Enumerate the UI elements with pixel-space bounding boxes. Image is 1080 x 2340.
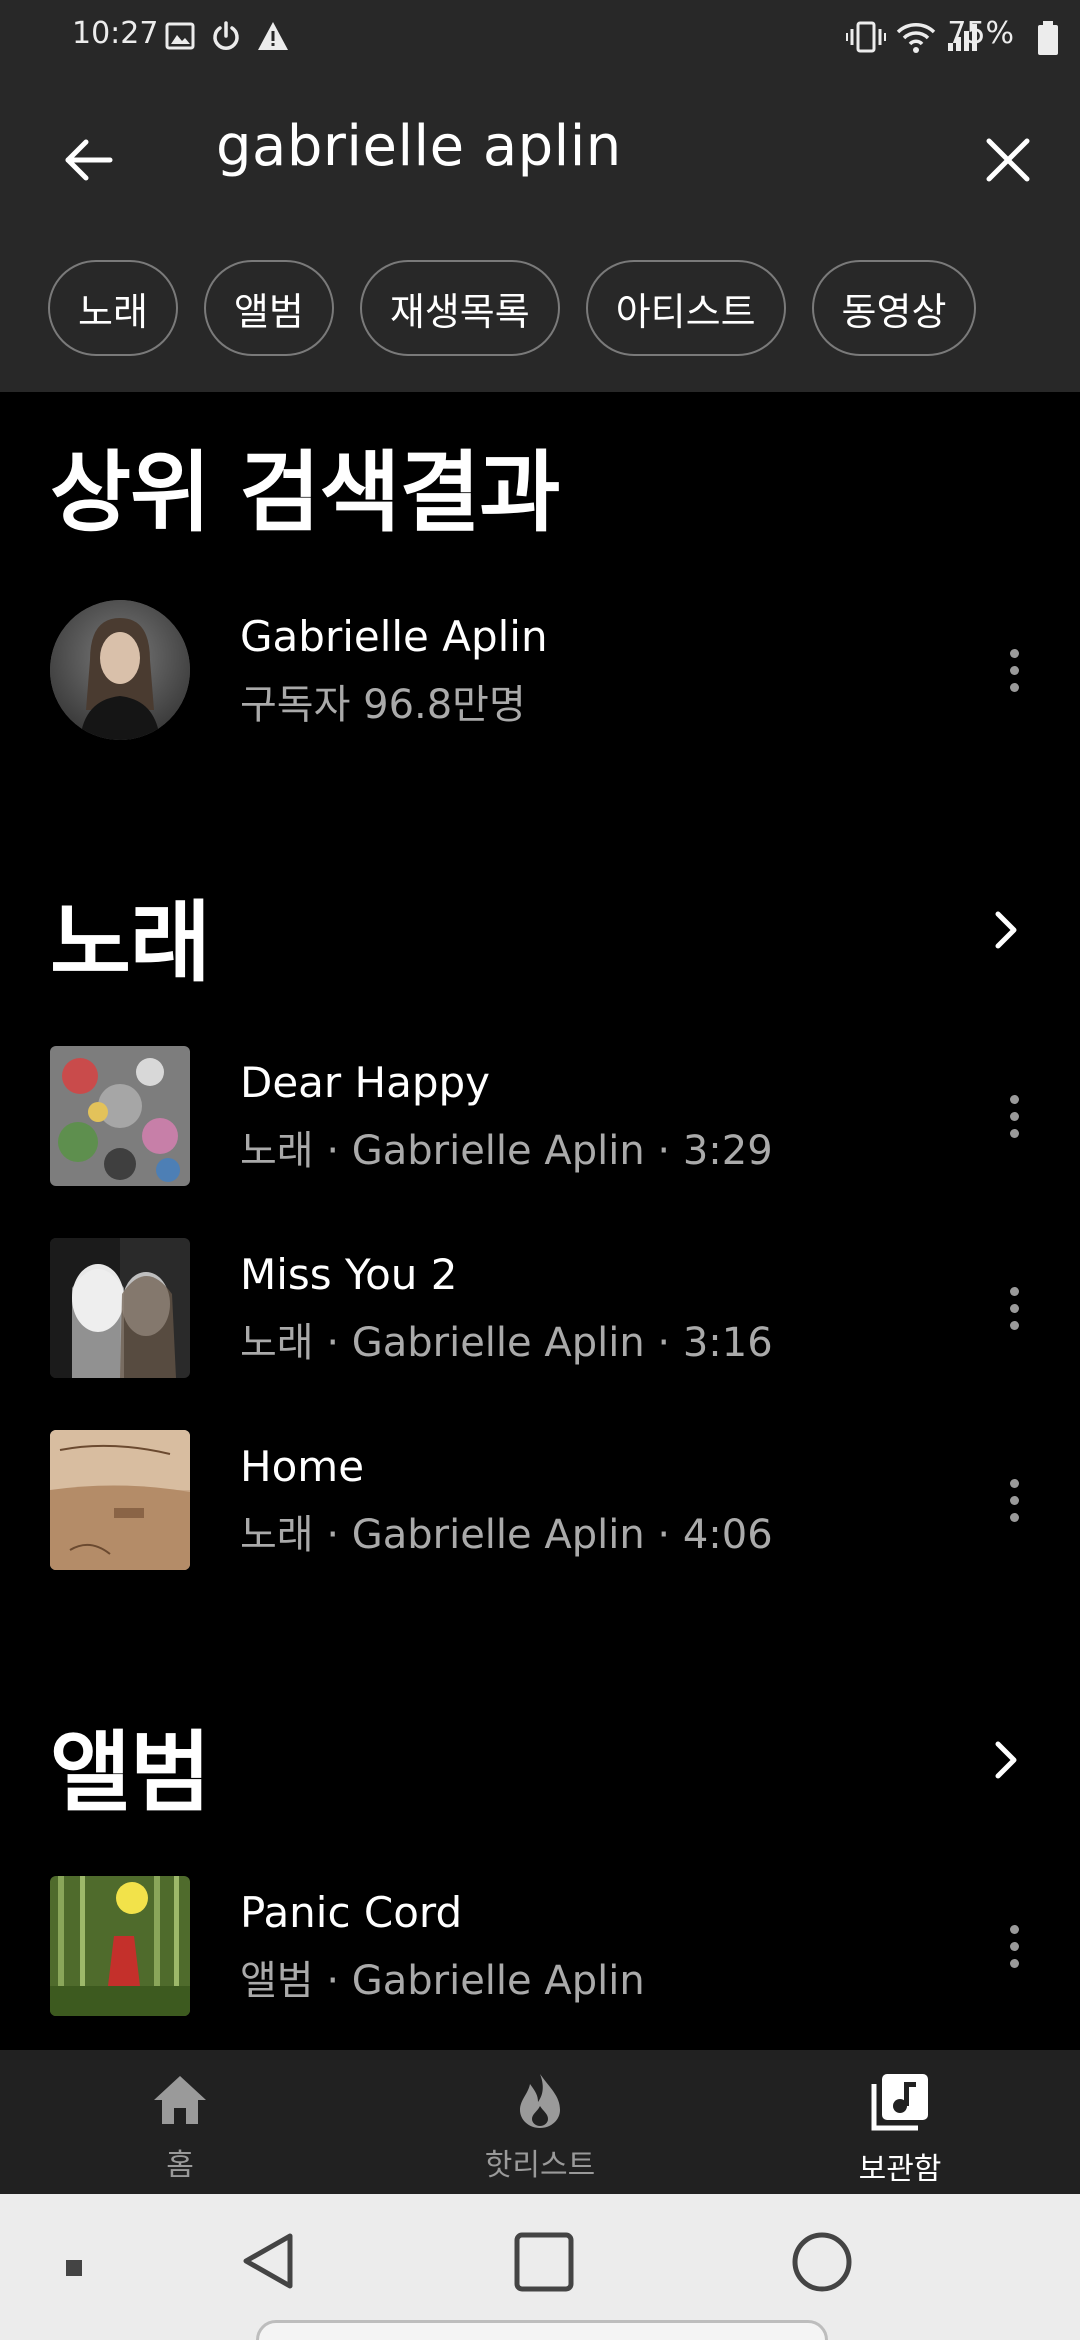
home-icon — [154, 2076, 206, 2124]
more-vert-icon — [1009, 1478, 1019, 1488]
warning-icon — [258, 22, 288, 50]
recent-apps-dot[interactable] — [64, 2258, 84, 2278]
album-art — [50, 1430, 190, 1570]
close-icon — [986, 138, 1030, 182]
search-results: 상위 검색결과 Gabrielle Aplin 구독자 96.8만명 노래 De… — [0, 392, 1080, 2050]
song-row[interactable]: Home 노래 · Gabrielle Aplin · 4:06 — [0, 1430, 1080, 1590]
more-options-button[interactable] — [984, 1076, 1044, 1156]
gallery-icon — [165, 22, 195, 50]
albums-see-all-button[interactable] — [976, 1730, 1036, 1790]
chip-albums[interactable]: 앨범 — [203, 260, 334, 356]
nav-library[interactable]: 보관함 — [800, 2070, 1000, 2188]
artist-name: Gabrielle Aplin — [240, 612, 548, 661]
arrow-left-icon — [65, 139, 113, 181]
more-vert-icon — [1009, 1094, 1019, 1104]
top-result-artist-row[interactable]: Gabrielle Aplin 구독자 96.8만명 — [0, 600, 1080, 760]
top-result-title: 상위 검색결과 — [50, 441, 560, 544]
song-subtitle: 노래 · Gabrielle Aplin · 4:06 — [240, 1512, 773, 1558]
nav-library-label: 보관함 — [858, 2152, 942, 2187]
album-title: Panic Cord — [240, 1888, 463, 1937]
filter-chips: 노래 앨범 재생목록 아티스트 동영상 — [48, 260, 977, 356]
nav-home-label: 홈 — [166, 2148, 194, 2183]
system-back-button[interactable] — [238, 2230, 300, 2292]
square-icon — [514, 2232, 574, 2292]
system-recents-button[interactable] — [512, 2230, 576, 2294]
nav-home[interactable]: 홈 — [80, 2070, 280, 2184]
song-title: Dear Happy — [240, 1058, 491, 1107]
song-title: Miss You 2 — [240, 1250, 458, 1299]
more-vert-icon — [1009, 648, 1019, 658]
nav-hotlist-label: 핫리스트 — [484, 2148, 596, 2183]
more-options-button[interactable] — [984, 1460, 1044, 1540]
songs-section-title: 노래 — [50, 891, 211, 994]
triangle-back-icon — [243, 2233, 293, 2289]
song-row[interactable]: Miss You 2 노래 · Gabrielle Aplin · 3:16 — [0, 1238, 1080, 1398]
chevron-right-icon — [995, 911, 1017, 949]
flame-icon — [520, 2074, 560, 2128]
chip-songs[interactable]: 노래 — [48, 260, 178, 356]
circle-home-icon — [792, 2232, 852, 2292]
bottom-navigation: 홈 핫리스트 보관함 — [0, 2050, 1080, 2194]
chip-playlists[interactable]: 재생목록 — [359, 260, 560, 356]
more-vert-icon — [1009, 1286, 1019, 1296]
song-subtitle: 노래 · Gabrielle Aplin · 3:29 — [240, 1128, 773, 1174]
search-input[interactable]: gabrielle aplin — [216, 114, 622, 179]
system-home-button[interactable] — [790, 2230, 854, 2294]
chip-artists[interactable]: 아티스트 — [585, 260, 786, 356]
wifi-icon — [896, 23, 936, 53]
album-art — [50, 1238, 190, 1378]
more-options-button[interactable] — [984, 630, 1044, 710]
song-subtitle: 노래 · Gabrielle Aplin · 3:16 — [240, 1320, 773, 1366]
artist-avatar — [50, 600, 190, 740]
vibrate-icon — [846, 21, 886, 53]
song-title: Home — [240, 1442, 365, 1491]
album-subtitle: 앨범 · Gabrielle Aplin — [240, 1958, 645, 2004]
status-time: 10:27 — [72, 16, 159, 51]
status-bar: 10:27 75% — [0, 0, 1080, 76]
system-navigation-bar — [0, 2194, 1080, 2340]
more-vert-icon — [1009, 1924, 1019, 1934]
search-header: gabrielle aplin 노래 앨범 재생목록 아티스트 동영상 — [0, 76, 1080, 392]
more-options-button[interactable] — [984, 1906, 1044, 1986]
square-dot-icon — [66, 2260, 82, 2276]
song-row[interactable]: Dear Happy 노래 · Gabrielle Aplin · 3:29 — [0, 1046, 1080, 1206]
albums-section-title: 앨범 — [50, 1721, 211, 1824]
clear-search-button[interactable] — [972, 124, 1044, 196]
songs-see-all-button[interactable] — [976, 900, 1036, 960]
power-icon — [213, 21, 239, 50]
album-art — [50, 1876, 190, 2016]
album-row[interactable]: Panic Cord 앨범 · Gabrielle Aplin — [0, 1876, 1080, 2036]
battery-percent: 75% — [947, 16, 1014, 51]
more-options-button[interactable] — [984, 1268, 1044, 1348]
artist-subscribers: 구독자 96.8만명 — [240, 682, 526, 728]
nav-hotlist[interactable]: 핫리스트 — [440, 2070, 640, 2184]
chevron-right-icon — [995, 1741, 1017, 1779]
library-icon — [871, 2074, 928, 2131]
battery-icon — [1038, 21, 1058, 55]
gesture-handle[interactable] — [256, 2320, 828, 2340]
back-button[interactable] — [52, 124, 124, 196]
chip-videos[interactable]: 동영상 — [811, 260, 977, 356]
album-art — [50, 1046, 190, 1186]
